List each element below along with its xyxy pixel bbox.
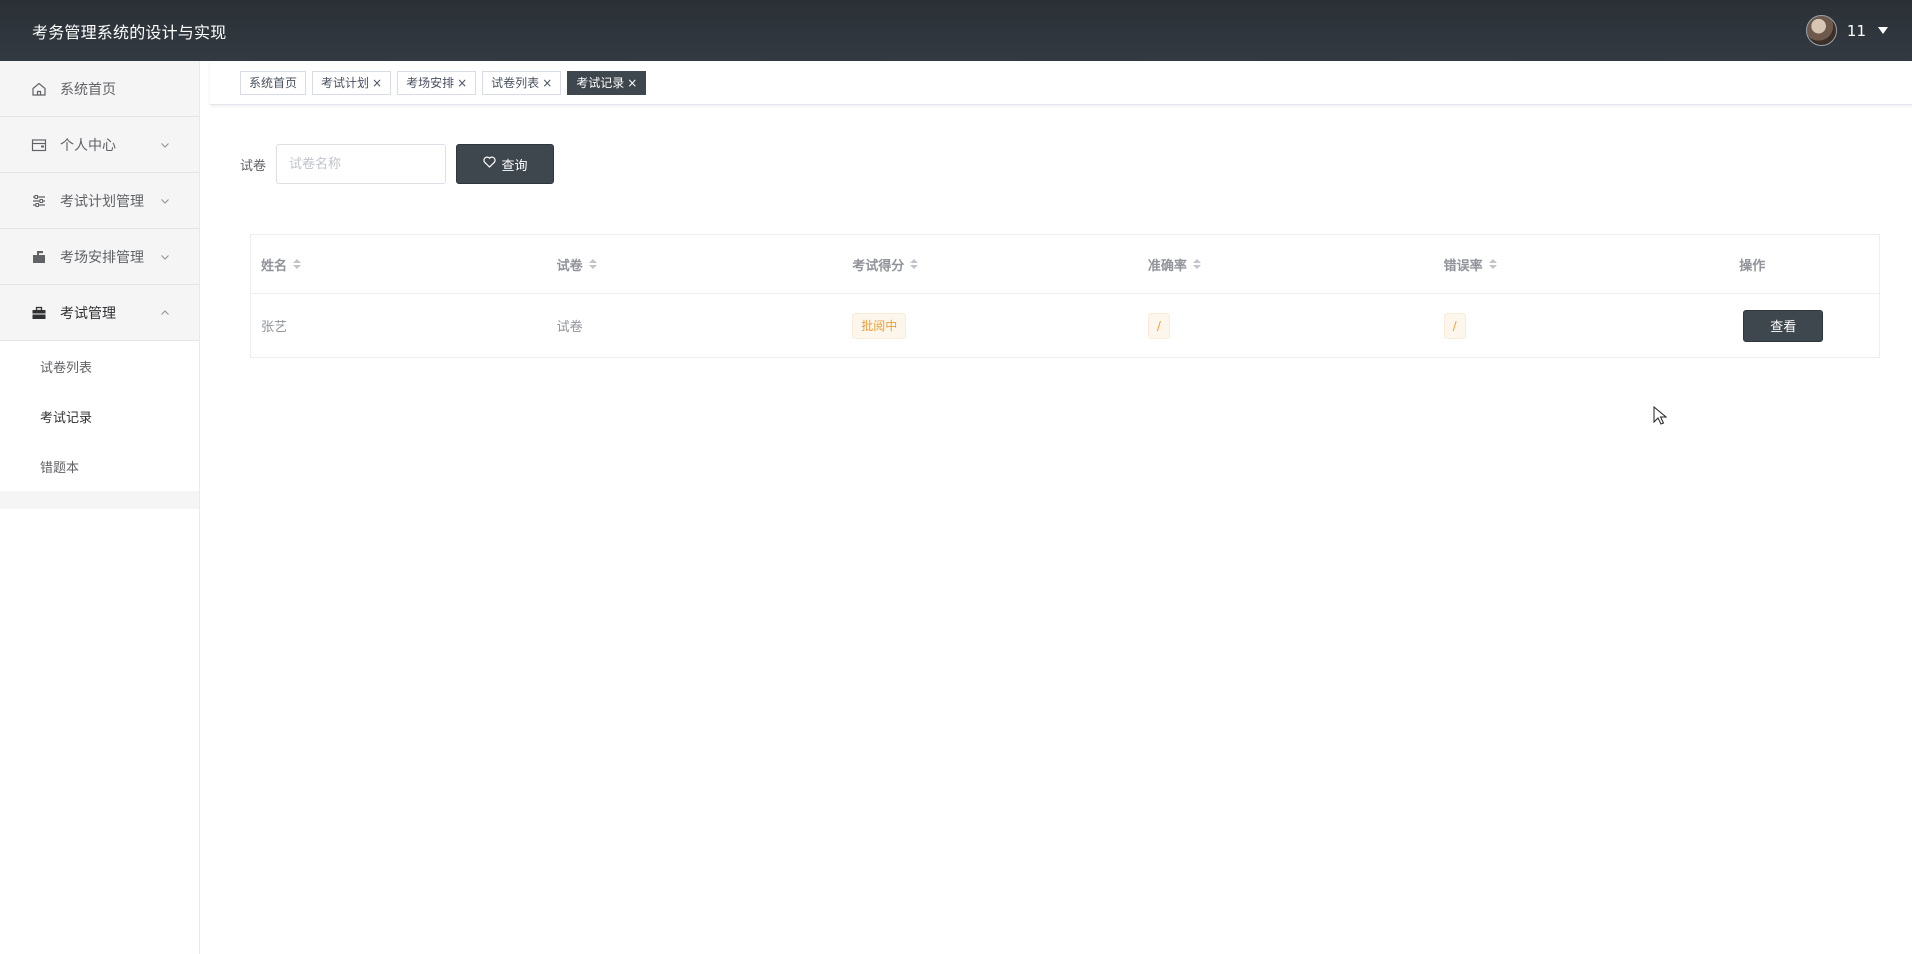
sidebar-empty-area xyxy=(0,509,199,954)
sidebar-item-exam-room[interactable]: 考场安排管理 xyxy=(0,229,199,285)
tag-label: 考试记录 xyxy=(576,76,625,90)
sliders-icon xyxy=(30,192,48,210)
tag-label: 考试计划 xyxy=(321,76,370,90)
sort-icon[interactable] xyxy=(910,259,919,269)
column-header-paper[interactable]: 试卷 xyxy=(547,235,843,293)
sidebar-item-home[interactable]: 系统首页 xyxy=(0,61,199,117)
sort-icon[interactable] xyxy=(293,259,302,269)
column-header-label: 错误率 xyxy=(1443,258,1483,274)
column-header-name[interactable]: 姓名 xyxy=(251,235,547,293)
tag-label: 系统首页 xyxy=(249,76,298,90)
sidebar-subitem-wrong-questions[interactable]: 错题本 xyxy=(0,441,199,491)
close-icon[interactable]: × xyxy=(542,77,552,89)
sidebar: 系统首页 个人中心 考试计划管理 考场安排管理 考试管理 试卷列表 考试记录 错… xyxy=(0,61,200,954)
sort-icon[interactable] xyxy=(1192,259,1201,269)
sort-icon[interactable] xyxy=(588,259,597,269)
search-label: 试卷 xyxy=(240,158,267,174)
sidebar-subitem-paper-list[interactable]: 试卷列表 xyxy=(0,341,199,391)
avatar[interactable] xyxy=(1805,15,1837,46)
sidebar-item-label: 系统首页 xyxy=(60,81,116,98)
sidebar-item-label: 个人中心 xyxy=(60,137,116,154)
tags-view-bar: 系统首页 考试计划 × 考场安排 × 试卷列表 × 考试记录 × xyxy=(210,61,1912,105)
submenu-exam-management: 试卷列表 考试记录 错题本 xyxy=(0,341,199,491)
column-header-label: 操作 xyxy=(1739,258,1766,274)
close-icon[interactable]: × xyxy=(627,77,637,89)
mailbox-icon xyxy=(30,248,48,266)
column-header-label: 姓名 xyxy=(261,258,288,274)
query-button[interactable]: 查询 xyxy=(456,144,555,184)
table-header: 姓名 试卷 考试得分 准确率 错误率 操作 xyxy=(251,235,1879,294)
query-button-label: 查询 xyxy=(501,158,528,174)
table-row: 张艺 试卷 批阅中 / / 查看 xyxy=(251,294,1879,358)
sidebar-subitem-exam-records[interactable]: 考试记录 xyxy=(0,391,199,441)
chevron-down-icon xyxy=(159,251,171,263)
accuracy-badge: / xyxy=(1147,312,1170,339)
caret-down-icon[interactable] xyxy=(1878,27,1888,34)
column-header-label: 试卷 xyxy=(556,258,583,274)
briefcase-icon xyxy=(30,304,48,322)
column-header-accuracy[interactable]: 准确率 xyxy=(1138,235,1434,293)
tag-exam-records[interactable]: 考试记录 × xyxy=(567,70,647,95)
sidebar-item-personal-center[interactable]: 个人中心 xyxy=(0,117,199,173)
user-name[interactable]: 11 xyxy=(1847,22,1866,40)
tag-label: 试卷列表 xyxy=(491,76,540,90)
tag-exam-plan[interactable]: 考试计划 × xyxy=(312,70,392,95)
status-badge: 批阅中 xyxy=(852,312,907,339)
tag-exam-room[interactable]: 考场安排 × xyxy=(397,70,477,95)
column-header-label: 准确率 xyxy=(1147,258,1187,274)
tag-home[interactable]: 系统首页 xyxy=(240,70,307,95)
home-icon xyxy=(30,80,48,98)
heart-icon xyxy=(482,156,496,172)
sidebar-item-label: 考场安排管理 xyxy=(60,249,144,266)
close-icon[interactable]: × xyxy=(372,77,382,89)
column-header-score[interactable]: 考试得分 xyxy=(842,235,1138,293)
column-header-actions: 操作 xyxy=(1729,235,1879,293)
sidebar-item-exam-management[interactable]: 考试管理 xyxy=(0,285,199,341)
cell-paper: 试卷 xyxy=(556,320,583,335)
cell-name: 张艺 xyxy=(261,320,288,335)
top-header: 考务管理系统的设计与实现 11 xyxy=(0,0,1912,61)
app-title: 考务管理系统的设计与实现 xyxy=(32,22,227,42)
view-button[interactable]: 查看 xyxy=(1743,309,1824,342)
column-header-error-rate[interactable]: 错误率 xyxy=(1434,235,1730,293)
search-form: 试卷 查询 xyxy=(240,144,555,184)
sidebar-item-label: 考试管理 xyxy=(60,305,116,322)
cell-actions: 查看 xyxy=(1729,294,1879,357)
close-icon[interactable]: × xyxy=(457,77,467,89)
tag-label: 考场安排 xyxy=(406,76,455,90)
cell-error-rate: / xyxy=(1434,294,1730,357)
cell-score: 批阅中 xyxy=(842,294,1138,357)
wallet-icon xyxy=(30,136,48,154)
sidebar-item-label: 考试计划管理 xyxy=(60,193,144,210)
sort-icon[interactable] xyxy=(1488,259,1497,269)
user-menu[interactable]: 11 xyxy=(1805,15,1888,46)
cell-accuracy: / xyxy=(1138,294,1434,357)
chevron-down-icon xyxy=(159,139,171,151)
chevron-down-icon xyxy=(159,195,171,207)
error-rate-badge: / xyxy=(1443,312,1466,339)
tag-paper-list[interactable]: 试卷列表 × xyxy=(482,70,562,95)
paper-name-input[interactable] xyxy=(276,144,447,184)
chevron-up-icon xyxy=(159,307,171,319)
exam-records-table: 姓名 试卷 考试得分 准确率 错误率 操作 张艺 试卷 批阅中 / / 查看 xyxy=(250,234,1880,358)
column-header-label: 考试得分 xyxy=(852,258,905,274)
sidebar-item-exam-plan[interactable]: 考试计划管理 xyxy=(0,173,199,229)
mouse-cursor-icon xyxy=(1653,405,1668,430)
